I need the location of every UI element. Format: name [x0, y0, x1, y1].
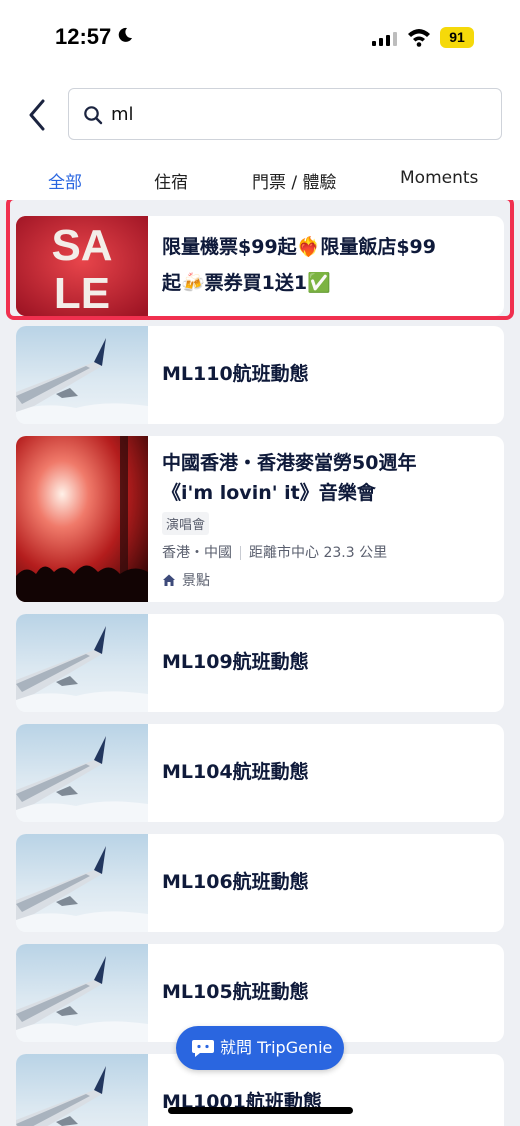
airplane-wing-image: [16, 944, 148, 1042]
sale-text-top: SA: [51, 221, 112, 270]
tab-moments[interactable]: Moments: [400, 168, 478, 188]
results-list: SA LE 限量機票$99起❤️‍🔥限量飯店$99 起🍻票券買1送1✅ ML11…: [0, 200, 520, 1126]
home-indicator: [168, 1107, 353, 1114]
attraction-card[interactable]: 中國香港・香港麥當勞50週年 《i'm lovin' it》音樂會 演唱會 香港…: [16, 436, 504, 602]
flight-title: ML104航班動態: [162, 761, 309, 783]
cellular-signal-icon: [372, 31, 397, 46]
sale-thumbnail: SA LE: [16, 216, 148, 316]
location-info: 香港・中國 距離市中心 23.3 公里: [162, 542, 387, 562]
category-tag: 演唱會: [162, 512, 210, 535]
distance-text: 距離市中心 23.3 公里: [249, 545, 388, 561]
flight-title: ML110航班動態: [162, 363, 309, 385]
status-time: 12:57: [55, 24, 112, 49]
flight-title: ML105航班動態: [162, 981, 309, 1003]
airplane-wing-image: [16, 724, 148, 822]
search-field[interactable]: [68, 88, 502, 140]
attraction-type-label: 景點: [182, 573, 210, 589]
back-arrow-icon[interactable]: [24, 97, 52, 133]
attraction-title-line2: 《i'm lovin' it》音樂會: [162, 482, 376, 504]
tab-all[interactable]: 全部: [48, 168, 82, 193]
promo-title-line2: 起🍻票券買1送1✅: [162, 272, 331, 294]
airplane-wing-image: [16, 834, 148, 932]
flight-card[interactable]: ML110航班動態: [16, 326, 504, 424]
ask-tripgenie-button[interactable]: 就問 TripGenie: [176, 1026, 344, 1070]
chat-bot-icon: [192, 1040, 214, 1057]
airplane-wing-image: [16, 614, 148, 712]
flight-title: ML106航班動態: [162, 871, 309, 893]
battery-indicator: 91: [440, 27, 474, 48]
sale-image: SA LE: [16, 216, 148, 316]
sale-text-bottom: LE: [54, 269, 110, 316]
attraction-type: 景點: [162, 570, 210, 590]
category-tabs: 全部 住宿 門票 / 體驗 Moments: [0, 168, 520, 198]
airplane-wing-image: [16, 326, 148, 424]
wifi-icon: [408, 29, 430, 47]
status-bar: 12:57 91: [0, 0, 520, 80]
flight-card[interactable]: ML106航班動態: [16, 834, 504, 932]
promo-title-line1: 限量機票$99起❤️‍🔥限量飯店$99: [162, 236, 436, 258]
airplane-wing-image: [16, 1054, 148, 1126]
promo-card[interactable]: SA LE 限量機票$99起❤️‍🔥限量飯店$99 起🍻票券買1送1✅: [16, 216, 504, 316]
location-text: 香港・中國: [162, 545, 232, 561]
tab-tickets[interactable]: 門票 / 體驗: [252, 168, 337, 193]
flight-card[interactable]: ML104航班動態: [16, 724, 504, 822]
ask-tripgenie-label: 就問 TripGenie: [220, 1038, 333, 1057]
concert-image: [16, 436, 148, 602]
flight-card[interactable]: ML109航班動態: [16, 614, 504, 712]
tab-stays[interactable]: 住宿: [154, 168, 188, 193]
flight-title: ML109航班動態: [162, 651, 309, 673]
house-icon: [163, 574, 175, 586]
attraction-title-line1: 中國香港・香港麥當勞50週年: [162, 452, 417, 474]
divider: [240, 546, 241, 560]
moon-icon: [118, 27, 132, 42]
search-icon: [84, 106, 103, 125]
search-input[interactable]: [111, 101, 471, 127]
